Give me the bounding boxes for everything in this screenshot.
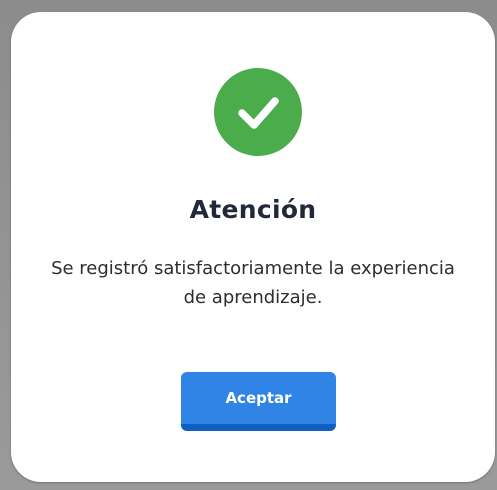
accept-button[interactable]: Aceptar	[181, 372, 336, 431]
alert-dialog: Atención Se registró satisfactoriamente …	[11, 12, 495, 482]
checkmark-icon	[238, 97, 279, 129]
dialog-message: Se registró satisfactoriamente la experi…	[51, 258, 455, 308]
dialog-title: Atención	[189, 195, 317, 224]
check-circle-icon	[214, 68, 302, 156]
